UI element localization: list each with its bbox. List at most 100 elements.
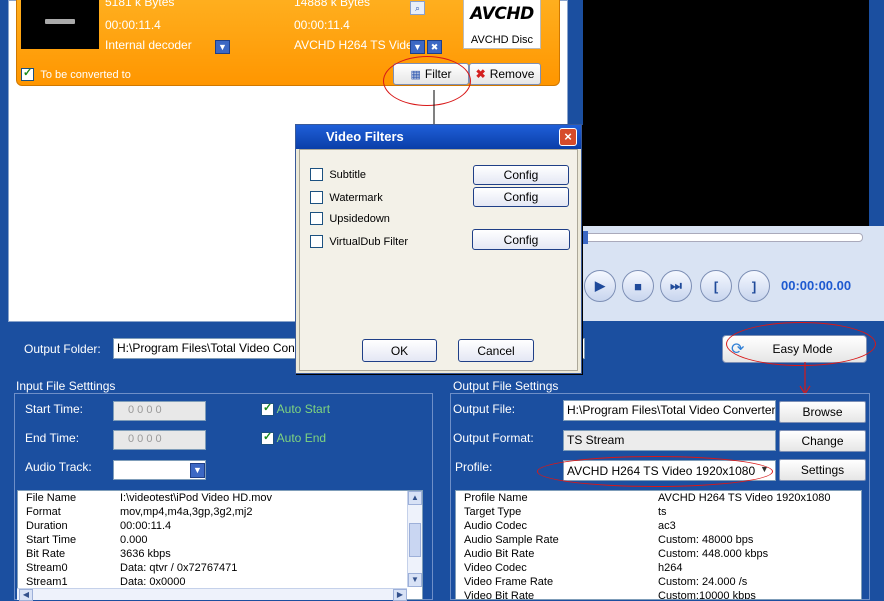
start-time-field[interactable]: 0 0 0 0 — [113, 401, 206, 421]
filter-row-virtualdub[interactable]: VirtualDub Filter — [310, 234, 408, 249]
remove-button[interactable]: ✖ Remove — [469, 63, 541, 85]
next-frame-icon: ⏭ — [670, 278, 682, 293]
settings-button[interactable]: Settings — [779, 459, 866, 481]
file-card[interactable]: 5181 k Bytes 00:00:11.4 Internal decoder… — [16, 0, 560, 86]
table-key: Target Type — [464, 506, 522, 518]
table-row: Bit Rate 3636 kbps — [18, 547, 422, 561]
next-frame-button[interactable]: ⏭ — [660, 270, 692, 302]
table-key: Video Bit Rate — [464, 590, 535, 600]
ok-button[interactable]: OK — [362, 339, 437, 362]
scroll-thumb[interactable] — [409, 523, 421, 557]
search-icon[interactable]: ⌕ — [410, 1, 425, 15]
scroll-up-icon[interactable]: ▲ — [408, 491, 422, 505]
table-value: Custom: 48000 bps — [658, 534, 754, 546]
mark-out-button[interactable]: ] — [738, 270, 770, 302]
auto-start-row[interactable]: Auto Start — [261, 401, 331, 417]
convert-checkbox[interactable] — [21, 66, 34, 82]
upsidedown-checkbox[interactable] — [310, 212, 323, 226]
dialog-title: Video Filters — [326, 129, 404, 144]
output-info-rows: Profile Name AVCHD H264 TS Video 1920x108… — [456, 491, 861, 600]
profile-highlight-ellipse — [537, 456, 773, 487]
scroll-right-icon[interactable]: ▶ — [393, 589, 407, 601]
table-row: Duration 00:00:11.4 — [18, 519, 422, 533]
output-file-label: Output File: — [453, 402, 516, 416]
table-key: Profile Name — [464, 492, 528, 504]
profile-label: Profile: — [455, 460, 493, 474]
table-row: Video Codec h264 — [456, 561, 861, 575]
table-key: Audio Sample Rate — [464, 534, 559, 546]
input-info-scrollbar[interactable]: ▲ ▼ — [407, 491, 422, 587]
end-time-field[interactable]: 0 0 0 0 — [113, 430, 206, 450]
change-button[interactable]: Change — [779, 430, 866, 452]
convert-checkbox-label: To be converted to — [40, 69, 131, 81]
avchd-logo-subtitle: AVCHD Disc — [470, 34, 534, 46]
source-duration: 00:00:11.4 — [105, 18, 161, 32]
close-icon[interactable]: × — [559, 128, 577, 146]
filter-row-watermark[interactable]: Watermark — [310, 190, 383, 205]
table-value: Custom:10000 kbps — [658, 590, 756, 600]
table-key: Video Frame Rate — [464, 576, 554, 588]
table-row: Video Bit Rate Custom:10000 kbps — [456, 589, 861, 600]
table-row: Target Type ts — [456, 505, 861, 519]
table-key: Bit Rate — [26, 548, 66, 560]
filter-row-subtitle[interactable]: Subtitle — [310, 167, 367, 182]
output-settings-title: Output File Settings — [453, 379, 559, 393]
output-format-label: Output Format: — [453, 431, 534, 445]
seek-bar[interactable] — [583, 233, 863, 242]
cancel-button[interactable]: Cancel — [458, 339, 534, 362]
scroll-down-icon[interactable]: ▼ — [408, 573, 422, 587]
virtualdub-config-button[interactable]: Config — [472, 229, 570, 250]
watermark-checkbox[interactable] — [310, 191, 323, 205]
table-value: Custom: 448.000 kbps — [658, 548, 769, 560]
dialog-titlebar[interactable]: Video Filters × — [296, 125, 581, 149]
table-value: mov,mp4,m4a,3gp,3g2,mj2 — [120, 506, 253, 518]
mark-in-button[interactable]: [ — [700, 270, 732, 302]
seek-handle[interactable] — [582, 231, 588, 244]
table-value: Data: 0x0000 — [120, 576, 186, 588]
avchd-logo-text: AVCHD — [470, 4, 534, 24]
subtitle-label: Subtitle — [329, 169, 367, 181]
scroll-left-icon[interactable]: ◀ — [19, 589, 33, 601]
filter-row-upsidedown[interactable]: Upsidedown — [310, 211, 390, 226]
output-file-field[interactable]: H:\Program Files\Total Video Converter\C… — [563, 400, 776, 421]
video-preview — [583, 0, 869, 226]
input-info-table: File Name I:\videotest\iPod Video HD.mov F… — [17, 490, 423, 600]
easy-mode-highlight-ellipse — [726, 322, 876, 366]
profile-dropdown-icon[interactable]: ▼ — [410, 40, 425, 54]
input-info-hscrollbar[interactable]: ◀ ▶ — [17, 588, 407, 601]
subtitle-config-button[interactable]: Config — [473, 165, 569, 185]
browse-button[interactable]: Browse — [779, 401, 866, 423]
tools-icon[interactable]: ✖ — [427, 40, 442, 54]
table-key: Stream1 — [26, 576, 68, 588]
auto-start-checkbox[interactable] — [261, 401, 274, 417]
decoder-dropdown-icon[interactable]: ▼ — [215, 40, 230, 54]
table-row: Audio Bit Rate Custom: 448.000 kbps — [456, 547, 861, 561]
table-value: h264 — [658, 562, 683, 574]
table-value: ts — [658, 506, 667, 518]
convert-checkbox-row[interactable]: To be converted to — [21, 66, 131, 82]
table-row: Format mov,mp4,m4a,3gp,3g2,mj2 — [18, 505, 422, 519]
table-value: AVCHD H264 TS Video 1920x1080 — [658, 492, 831, 504]
table-value: 3636 kbps — [120, 548, 171, 560]
play-button[interactable]: ▶ — [584, 270, 616, 302]
input-settings-title: Input File Setttings — [16, 379, 116, 393]
table-row: Audio Codec ac3 — [456, 519, 861, 533]
stop-button[interactable]: ■ — [622, 270, 654, 302]
table-key: Video Codec — [464, 562, 527, 574]
mark-out-icon: ] — [751, 278, 757, 294]
audio-track-label: Audio Track: — [25, 460, 92, 474]
virtualdub-checkbox[interactable] — [310, 235, 323, 249]
table-row: Audio Sample Rate Custom: 48000 bps — [456, 533, 861, 547]
watermark-config-button[interactable]: Config — [473, 187, 569, 207]
auto-start-label: Auto Start — [276, 402, 331, 416]
table-value: 00:00:11.4 — [120, 520, 172, 532]
audio-track-dropdown-icon[interactable]: ▼ — [190, 463, 205, 478]
decoder-label: Internal decoder — [105, 38, 192, 52]
auto-end-row[interactable]: Auto End — [261, 430, 326, 446]
subtitle-checkbox[interactable] — [310, 168, 323, 182]
table-row: Start Time 0.000 — [18, 533, 422, 547]
output-format-field: TS Stream — [563, 430, 776, 451]
table-key: File Name — [26, 492, 77, 504]
target-profile: AVCHD H264 TS Video — [294, 38, 420, 52]
auto-end-checkbox[interactable] — [261, 430, 274, 446]
